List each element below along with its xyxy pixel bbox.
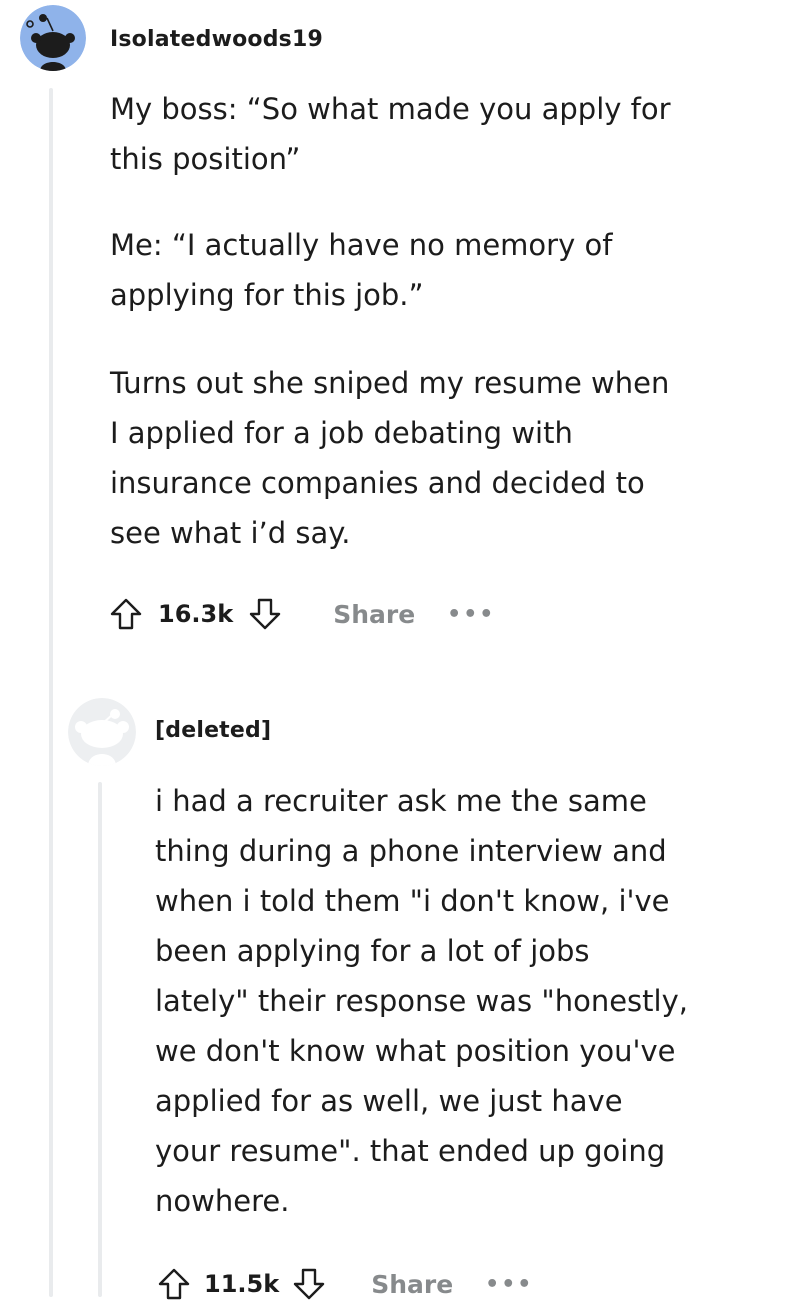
comment-line: applying for this job.” (110, 278, 424, 312)
comment-line: thing during a phone interview and (155, 834, 667, 868)
comment-line: when i told them "i don't know, i've (155, 884, 670, 918)
vote-score: 16.3k (158, 600, 234, 628)
more-options-button[interactable]: ••• (447, 602, 495, 627)
comment-author[interactable]: [deleted] (155, 718, 271, 743)
deleted-user-avatar-icon[interactable] (68, 698, 136, 766)
downvote-icon[interactable] (247, 596, 283, 632)
comment-line: My boss: “So what made you apply for (110, 92, 671, 126)
thread-line-reply[interactable] (98, 782, 102, 1297)
comment-line: we don't know what position you've (155, 1034, 676, 1068)
comment-line: your resume". that ended up going (155, 1134, 666, 1168)
share-button[interactable]: Share (333, 600, 415, 629)
comment-line: insurance companies and decided to (110, 466, 645, 500)
comment-line: Turns out she sniped my resume when (110, 366, 670, 400)
comment-line: been applying for a lot of jobs (155, 934, 590, 968)
upvote-icon[interactable] (108, 596, 144, 632)
comment-line: lately" their response was "honestly, (155, 984, 688, 1018)
snoo-avatar-icon[interactable] (20, 5, 86, 71)
comment-paragraph: Turns out she sniped my resume when I ap… (110, 358, 669, 558)
comment-line: see what i’d say. (110, 516, 351, 550)
comment-actions: 16.3k Share ••• (108, 594, 495, 634)
comment-actions: 11.5k Share ••• (156, 1264, 533, 1304)
comment-line: Me: “I actually have no memory of (110, 228, 613, 262)
share-button[interactable]: Share (371, 1270, 453, 1299)
comment-author[interactable]: Isolatedwoods19 (110, 27, 323, 52)
comment-paragraph: Me: “I actually have no memory of applyi… (110, 220, 612, 320)
comment-line: applied for as well, we just have (155, 1084, 623, 1118)
comment-line: i had a recruiter ask me the same (155, 784, 647, 818)
vote-score: 11.5k (204, 1270, 280, 1298)
comment-line: I applied for a job debating with (110, 416, 573, 450)
thread-line-top-level[interactable] (49, 88, 53, 1297)
comment-line: nowhere. (155, 1184, 290, 1218)
comment-paragraph: My boss: “So what made you apply for thi… (110, 84, 671, 184)
comment-paragraph: i had a recruiter ask me the same thing … (155, 776, 688, 1226)
more-options-button[interactable]: ••• (485, 1272, 533, 1297)
comment-line: this position” (110, 142, 301, 176)
